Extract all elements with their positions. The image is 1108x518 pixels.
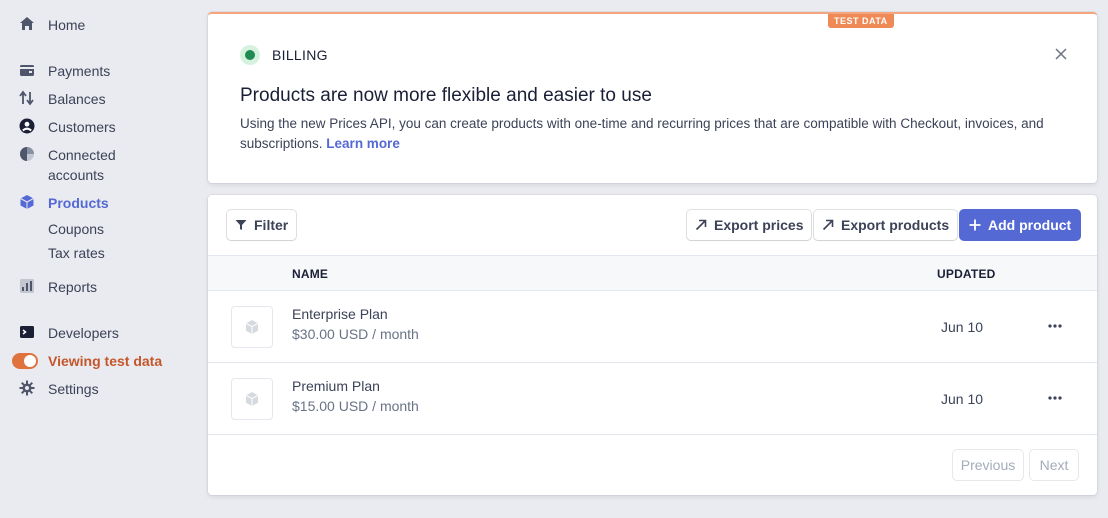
next-button[interactable]: Next [1030, 450, 1078, 480]
sidebar-item-settings[interactable]: Settings [18, 379, 99, 399]
banner-header: BILLING [240, 45, 328, 65]
sidebar-item-label: Connected accounts [48, 145, 116, 185]
table-row[interactable]: Enterprise Plan $30.00 USD / month Jun 1… [208, 291, 1097, 363]
banner-title: Products are now more flexible and easie… [240, 85, 652, 106]
sidebar-item-products[interactable]: Products [18, 193, 109, 213]
add-product-label: Add product [988, 217, 1072, 233]
banner-text: Using the new Prices API, you can create… [240, 114, 1060, 154]
product-updated: Jun 10 [941, 391, 984, 407]
sidebar-item-connected-accounts[interactable]: Connected accounts [18, 145, 116, 185]
previous-button[interactable]: Previous [953, 450, 1023, 480]
test-data-badge: TEST DATA [828, 14, 894, 28]
arrow-up-right-icon [695, 219, 707, 231]
product-price: $30.00 USD / month [292, 326, 419, 342]
table-header: NAME UPDATED [208, 255, 1097, 291]
product-name: Enterprise Plan [292, 306, 388, 322]
sidebar-item-label-line2: accounts [48, 167, 105, 183]
export-prices-button[interactable]: Export prices [687, 210, 812, 240]
globe-icon [18, 145, 36, 163]
sidebar-item-reports[interactable]: Reports [18, 277, 97, 297]
sidebar-item-label: Reports [48, 279, 98, 295]
box-icon [245, 320, 259, 334]
products-card: Filter Export prices Export products Add… [208, 195, 1097, 495]
column-header-name[interactable]: NAME [292, 267, 328, 281]
sidebar-item-label: Products [48, 195, 109, 211]
product-updated: Jun 10 [941, 319, 984, 335]
product-thumbnail [231, 306, 273, 348]
box-icon [18, 193, 36, 211]
wallet-icon [18, 61, 36, 79]
export-prices-label: Export prices [714, 217, 804, 233]
chart-icon [18, 277, 36, 295]
export-products-label: Export products [841, 217, 950, 233]
sidebar-item-payments[interactable]: Payments [18, 61, 110, 81]
arrows-icon [18, 89, 36, 107]
learn-more-link[interactable]: Learn more [326, 136, 400, 151]
sidebar-item-label: Balances [48, 91, 106, 107]
sidebar-item-viewing-test-data[interactable]: Viewing test data [12, 351, 163, 371]
sidebar-item-home[interactable]: Home [18, 15, 85, 35]
billing-banner: TEST DATA BILLING Products are now more … [208, 12, 1097, 183]
sidebar: Home Payments Balances Customers Connect… [0, 0, 200, 518]
sidebar-item-label: Viewing test data [48, 353, 163, 369]
banner-label: BILLING [272, 47, 328, 63]
sidebar-item-label: Developers [48, 325, 119, 341]
box-icon [245, 392, 259, 406]
sidebar-item-label: Settings [48, 381, 99, 397]
sidebar-item-label: Customers [48, 119, 116, 135]
sidebar-item-label-line1: Connected [48, 147, 116, 163]
product-price: $15.00 USD / month [292, 398, 419, 414]
sidebar-item-balances[interactable]: Balances [18, 89, 106, 109]
sidebar-item-customers[interactable]: Customers [18, 117, 116, 137]
more-options-icon[interactable] [1048, 315, 1062, 331]
export-products-button[interactable]: Export products [814, 210, 958, 240]
plus-icon [969, 219, 981, 231]
test-data-toggle[interactable] [12, 353, 38, 369]
arrow-up-right-icon [822, 219, 834, 231]
sidebar-item-label: Payments [48, 63, 111, 79]
close-icon[interactable] [1055, 45, 1067, 63]
table-row[interactable]: Premium Plan $15.00 USD / month Jun 10 [208, 363, 1097, 435]
sidebar-item-tax-rates[interactable]: Tax rates [48, 243, 105, 263]
home-icon [18, 15, 36, 33]
person-icon [18, 117, 36, 135]
gear-icon [18, 379, 36, 397]
sidebar-item-label: Home [48, 17, 86, 33]
filter-button[interactable]: Filter [227, 210, 297, 240]
sidebar-item-coupons[interactable]: Coupons [48, 219, 104, 239]
billing-status-icon [240, 45, 260, 65]
more-options-icon[interactable] [1048, 387, 1062, 403]
add-product-button[interactable]: Add product [960, 210, 1081, 240]
terminal-icon [18, 323, 36, 341]
filter-label: Filter [254, 217, 289, 233]
product-thumbnail [231, 378, 273, 420]
column-header-updated[interactable]: UPDATED [937, 267, 996, 281]
sidebar-item-developers[interactable]: Developers [18, 323, 119, 343]
filter-icon [235, 219, 247, 231]
product-name: Premium Plan [292, 378, 380, 394]
